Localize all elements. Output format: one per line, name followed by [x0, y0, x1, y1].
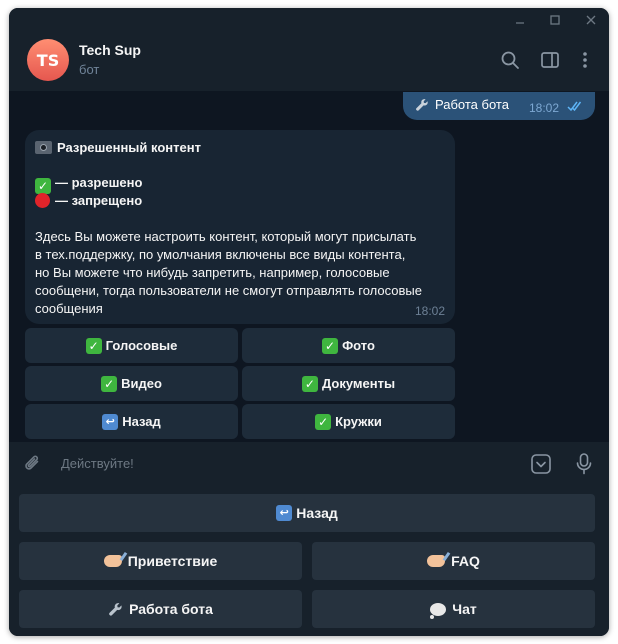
- inline-button-documents[interactable]: ✓ Документы: [242, 366, 455, 401]
- check-mark-icon: ✓: [85, 337, 102, 354]
- reply-button-chat[interactable]: Чат: [312, 590, 595, 628]
- minimize-button[interactable]: [511, 11, 529, 29]
- return-arrow-icon: ↩: [276, 505, 293, 521]
- check-mark-icon: ✓: [315, 413, 332, 430]
- legend-allowed-text: — разрешено: [55, 175, 143, 190]
- attach-icon[interactable]: [22, 453, 44, 475]
- inline-button-label: Документы: [321, 376, 396, 391]
- writing-hand-icon: [103, 555, 122, 567]
- wrench-icon: [416, 99, 428, 111]
- message-input[interactable]: Действуйте!: [61, 456, 134, 471]
- reply-button-label: FAQ: [451, 553, 480, 569]
- chat-title[interactable]: Tech Sup: [79, 42, 141, 58]
- legend-allowed: ✓ — разрешено: [35, 175, 142, 194]
- legend-forbidden-text: — запрещено: [55, 193, 143, 208]
- outgoing-time: 18:02: [528, 101, 559, 115]
- search-button[interactable]: [498, 48, 522, 72]
- camera-icon: [35, 141, 52, 154]
- writing-hand-icon: [427, 555, 446, 567]
- message-heading-line: Разрешенный контент: [35, 140, 201, 155]
- microphone-icon[interactable]: [574, 452, 594, 476]
- check-mark-icon: ✓: [322, 337, 339, 354]
- chat-messages[interactable]: Работа бота 18:02 Разрешенный контент ✓ —…: [9, 92, 609, 442]
- reply-button-label: Приветствие: [127, 553, 218, 569]
- message-body-line: Здесь Вы можете настроить контент, котор…: [35, 229, 417, 244]
- reply-button-bot-work[interactable]: Работа бота: [19, 590, 302, 628]
- telegram-window: TS Tech Sup бот Работа бота 18:02 Разреш…: [9, 8, 609, 636]
- message-body-line: сообщени, тогда пользователи не смогут о…: [35, 283, 422, 298]
- red-circle-icon: [35, 193, 50, 208]
- reply-button-label: Работа бота: [129, 601, 213, 617]
- reply-button-greeting[interactable]: Приветствие: [19, 542, 302, 580]
- inline-button-label: Видео: [121, 376, 162, 391]
- reply-button-label: Назад: [296, 505, 338, 521]
- message-input-bar: Действуйте!: [9, 442, 609, 486]
- sidebar-icon: [541, 52, 559, 68]
- inline-button-back[interactable]: ↩ Назад: [25, 404, 238, 439]
- inline-button-label: Голосовые: [105, 338, 178, 353]
- return-arrow-icon: ↩: [102, 413, 119, 430]
- reply-button-faq[interactable]: FAQ: [312, 542, 595, 580]
- inline-button-label: Назад: [122, 414, 161, 429]
- outgoing-message[interactable]: Работа бота 18:02: [403, 92, 595, 120]
- chat-header: TS Tech Sup бот: [9, 32, 609, 92]
- reply-button-back[interactable]: ↩ Назад: [19, 494, 595, 532]
- message-body-line: сообщения: [35, 301, 103, 316]
- search-icon: [501, 51, 519, 69]
- inline-button-voice[interactable]: ✓ Голосовые: [25, 328, 238, 363]
- check-mark-icon: ✓: [35, 178, 51, 194]
- close-icon: [586, 15, 596, 25]
- inline-button-photo[interactable]: ✓ Фото: [242, 328, 455, 363]
- message-heading: Разрешенный контент: [57, 140, 201, 155]
- check-mark-icon: ✓: [301, 375, 318, 392]
- reply-keyboard: ↩ Назад Приветствие FAQ Работа бота Чат: [9, 486, 609, 636]
- close-button[interactable]: [582, 11, 600, 29]
- inline-button-label: Фото: [342, 338, 375, 353]
- inline-button-video[interactable]: ✓ Видео: [25, 366, 238, 401]
- inline-button-label: Кружки: [335, 414, 382, 429]
- message-body-line: в тех.поддержку, по умолчания включены в…: [35, 247, 406, 262]
- wrench-icon: [109, 602, 122, 616]
- incoming-message[interactable]: Разрешенный контент ✓ — разрешено — запре…: [25, 130, 455, 324]
- avatar[interactable]: TS: [27, 39, 69, 81]
- maximize-icon: [550, 15, 560, 25]
- message-body-line: но Вы можете что нибудь запретить, напри…: [35, 265, 390, 280]
- outgoing-text: Работа бота: [435, 97, 509, 112]
- check-mark-icon: ✓: [101, 375, 118, 392]
- double-check-icon: [567, 101, 582, 112]
- maximize-button[interactable]: [546, 11, 564, 29]
- title-bar: [9, 8, 609, 32]
- inline-button-circles[interactable]: ✓ Кружки: [242, 404, 455, 439]
- legend-forbidden: — запрещено: [35, 193, 142, 208]
- incoming-time: 18:02: [414, 304, 445, 318]
- sidebar-toggle-button[interactable]: [538, 48, 562, 72]
- minimize-icon: [516, 22, 524, 24]
- chat-status: бот: [79, 62, 100, 77]
- reply-button-label: Чат: [452, 601, 477, 617]
- more-menu-button[interactable]: [573, 48, 597, 72]
- more-vertical-icon: [583, 52, 587, 68]
- keyboard-toggle-icon[interactable]: [530, 453, 552, 475]
- outgoing-message-text: Работа бота: [415, 97, 509, 112]
- thought-bubble-icon: [430, 602, 447, 619]
